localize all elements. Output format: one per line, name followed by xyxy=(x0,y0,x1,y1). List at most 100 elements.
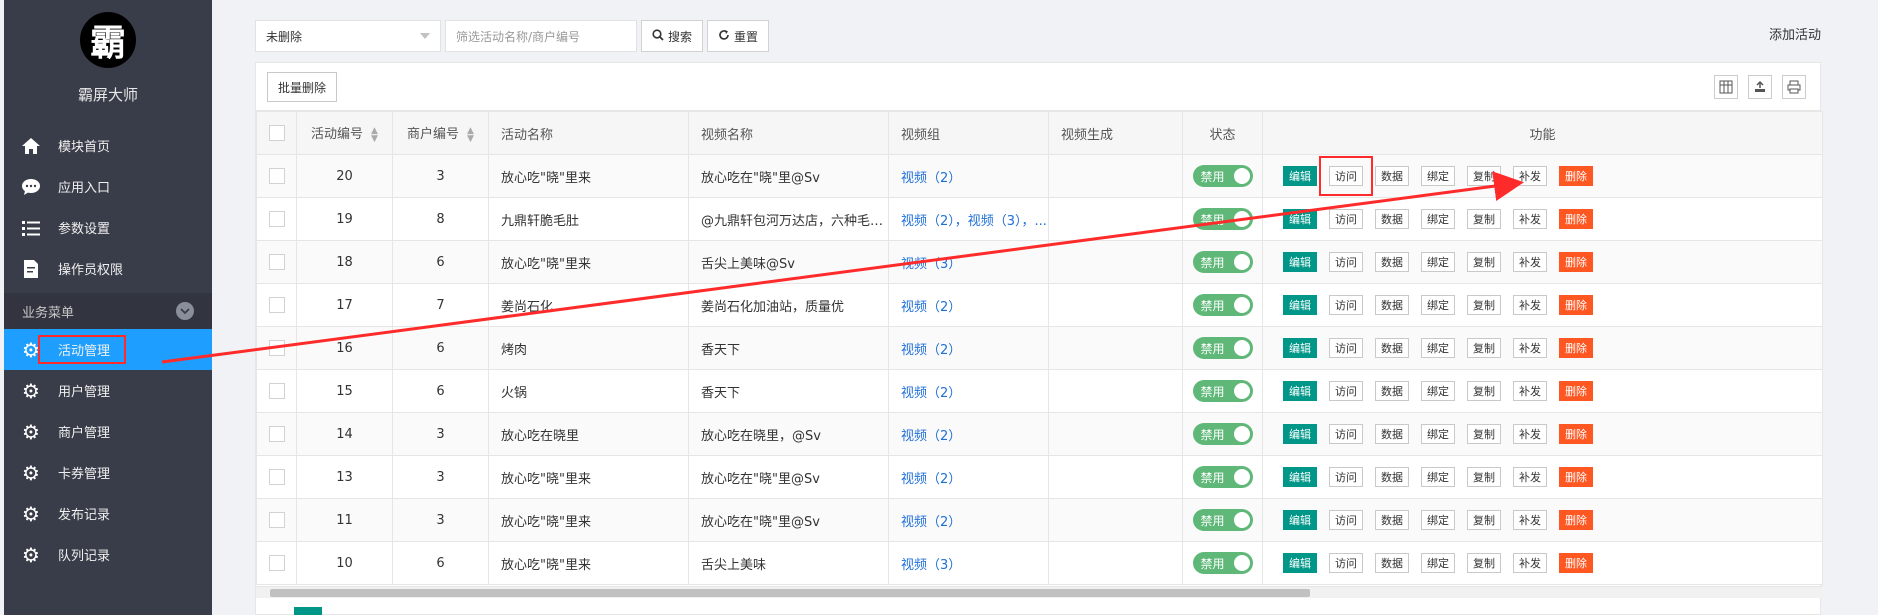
edit-button[interactable]: 编辑 xyxy=(1283,209,1317,229)
edit-button[interactable]: 编辑 xyxy=(1283,553,1317,573)
copy-button[interactable]: 复制 xyxy=(1467,381,1501,401)
visit-button[interactable]: 访问 xyxy=(1329,424,1363,444)
visit-button[interactable]: 访问 xyxy=(1329,338,1363,358)
data-button[interactable]: 数据 xyxy=(1375,424,1409,444)
visit-button[interactable]: 访问 xyxy=(1329,209,1363,229)
reissue-button[interactable]: 补发 xyxy=(1513,252,1547,272)
status-toggle[interactable]: 禁用 xyxy=(1192,552,1253,574)
status-toggle[interactable]: 禁用 xyxy=(1192,423,1253,445)
visit-button[interactable]: 访问 xyxy=(1329,467,1363,487)
bulk-delete-button[interactable]: 批量删除 xyxy=(267,72,338,102)
sidebar-item-user-mgmt[interactable]: ⚙ 用户管理 xyxy=(4,370,212,411)
col-header-activity-id[interactable]: 活动编号 ▲ ▼ xyxy=(296,111,393,155)
visit-button[interactable]: 访问 xyxy=(1329,381,1363,401)
cell-video-group-link[interactable]: 视频（2） xyxy=(888,455,1049,499)
copy-button[interactable]: 复制 xyxy=(1467,295,1501,315)
sidebar-item-merchant-mgmt[interactable]: ⚙ 商户管理 xyxy=(4,411,212,452)
cell-video-group-link[interactable]: 视频（3） xyxy=(888,240,1049,284)
edit-button[interactable]: 编辑 xyxy=(1283,338,1317,358)
print-icon[interactable] xyxy=(1782,75,1806,99)
logo[interactable]: 霸 xyxy=(80,12,136,68)
copy-button[interactable]: 复制 xyxy=(1467,209,1501,229)
sidebar-item-activity-mgmt[interactable]: ⚙ 活动管理 xyxy=(4,329,212,370)
row-checkbox[interactable] xyxy=(268,254,285,270)
cell-video-group-link[interactable]: 视频（3） xyxy=(888,541,1049,585)
cell-video-group-link[interactable]: 视频（2） xyxy=(888,498,1049,542)
delete-button[interactable]: 删除 xyxy=(1559,424,1593,444)
reissue-button[interactable]: 补发 xyxy=(1513,166,1547,186)
visit-button[interactable]: 访问 xyxy=(1329,553,1363,573)
visit-button[interactable]: 访问 xyxy=(1329,510,1363,530)
copy-button[interactable]: 复制 xyxy=(1467,553,1501,573)
status-toggle[interactable]: 禁用 xyxy=(1192,380,1253,402)
bind-button[interactable]: 绑定 xyxy=(1421,381,1455,401)
bind-button[interactable]: 绑定 xyxy=(1421,295,1455,315)
data-button[interactable]: 数据 xyxy=(1375,252,1409,272)
sort-icon[interactable]: ▲ ▼ xyxy=(371,126,378,143)
columns-filter-icon[interactable] xyxy=(1714,75,1738,99)
cell-video-group-link[interactable]: 视频（2） xyxy=(888,283,1049,327)
delete-button[interactable]: 删除 xyxy=(1559,252,1593,272)
select-all-checkbox[interactable] xyxy=(268,125,285,141)
row-checkbox[interactable] xyxy=(268,555,285,571)
row-checkbox[interactable] xyxy=(268,211,285,227)
visit-button[interactable]: 访问 xyxy=(1319,156,1373,196)
delete-button[interactable]: 删除 xyxy=(1559,467,1593,487)
edit-button[interactable]: 编辑 xyxy=(1283,510,1317,530)
copy-button[interactable]: 复制 xyxy=(1467,424,1501,444)
bind-button[interactable]: 绑定 xyxy=(1421,338,1455,358)
chevron-down-icon[interactable] xyxy=(176,302,194,320)
reissue-button[interactable]: 补发 xyxy=(1513,424,1547,444)
reset-button[interactable]: 重置 xyxy=(707,20,770,52)
export-icon[interactable] xyxy=(1748,75,1772,99)
bind-button[interactable]: 绑定 xyxy=(1421,510,1455,530)
status-toggle[interactable]: 禁用 xyxy=(1192,208,1253,230)
reissue-button[interactable]: 补发 xyxy=(1513,338,1547,358)
col-header-merchant-id[interactable]: 商户编号 ▲ ▼ xyxy=(392,111,489,155)
sort-icon[interactable]: ▲ ▼ xyxy=(467,126,474,143)
reissue-button[interactable]: 补发 xyxy=(1513,381,1547,401)
data-button[interactable]: 数据 xyxy=(1375,166,1409,186)
cell-video-group-link[interactable]: 视频（2） xyxy=(888,369,1049,413)
edit-button[interactable]: 编辑 xyxy=(1283,381,1317,401)
visit-button[interactable]: 访问 xyxy=(1329,295,1363,315)
bind-button[interactable]: 绑定 xyxy=(1421,467,1455,487)
data-button[interactable]: 数据 xyxy=(1375,467,1409,487)
edit-button[interactable]: 编辑 xyxy=(1283,252,1317,272)
search-button[interactable]: 搜索 xyxy=(641,20,704,52)
copy-button[interactable]: 复制 xyxy=(1467,510,1501,530)
horizontal-scrollbar[interactable] xyxy=(256,586,1822,598)
bind-button[interactable]: 绑定 xyxy=(1421,209,1455,229)
status-toggle[interactable]: 禁用 xyxy=(1192,251,1253,273)
data-button[interactable]: 数据 xyxy=(1375,381,1409,401)
delete-button[interactable]: 删除 xyxy=(1559,209,1593,229)
sidebar-item-params[interactable]: 参数设置 xyxy=(4,207,212,248)
edit-button[interactable]: 编辑 xyxy=(1283,166,1317,186)
pagination-current-page[interactable] xyxy=(294,607,322,615)
visit-button[interactable]: 访问 xyxy=(1329,252,1363,272)
data-button[interactable]: 数据 xyxy=(1375,338,1409,358)
status-toggle[interactable]: 禁用 xyxy=(1192,337,1253,359)
copy-button[interactable]: 复制 xyxy=(1467,252,1501,272)
sidebar-item-app-entry[interactable]: 应用入口 xyxy=(4,166,212,207)
sidebar-item-coupon-mgmt[interactable]: ⚙ 卡券管理 xyxy=(4,452,212,493)
row-checkbox[interactable] xyxy=(268,297,285,313)
sidebar-item-operator-perms[interactable]: 操作员权限 xyxy=(4,248,212,289)
reissue-button[interactable]: 补发 xyxy=(1513,209,1547,229)
bind-button[interactable]: 绑定 xyxy=(1421,252,1455,272)
bind-button[interactable]: 绑定 xyxy=(1421,553,1455,573)
sidebar-group-business[interactable]: 业务菜单 xyxy=(4,293,212,329)
delete-status-select[interactable]: 未删除 xyxy=(255,20,441,52)
sidebar-item-publish-log[interactable]: ⚙ 发布记录 xyxy=(4,493,212,534)
delete-button[interactable]: 删除 xyxy=(1559,553,1593,573)
copy-button[interactable]: 复制 xyxy=(1467,338,1501,358)
cell-video-group-link[interactable]: 视频（2），视频（3），... xyxy=(888,197,1049,241)
row-checkbox[interactable] xyxy=(268,512,285,528)
delete-button[interactable]: 删除 xyxy=(1559,381,1593,401)
row-checkbox[interactable] xyxy=(268,469,285,485)
status-toggle[interactable]: 禁用 xyxy=(1192,294,1253,316)
row-checkbox[interactable] xyxy=(268,426,285,442)
reissue-button[interactable]: 补发 xyxy=(1513,510,1547,530)
bind-button[interactable]: 绑定 xyxy=(1421,166,1455,186)
cell-video-group-link[interactable]: 视频（2） xyxy=(888,154,1049,198)
